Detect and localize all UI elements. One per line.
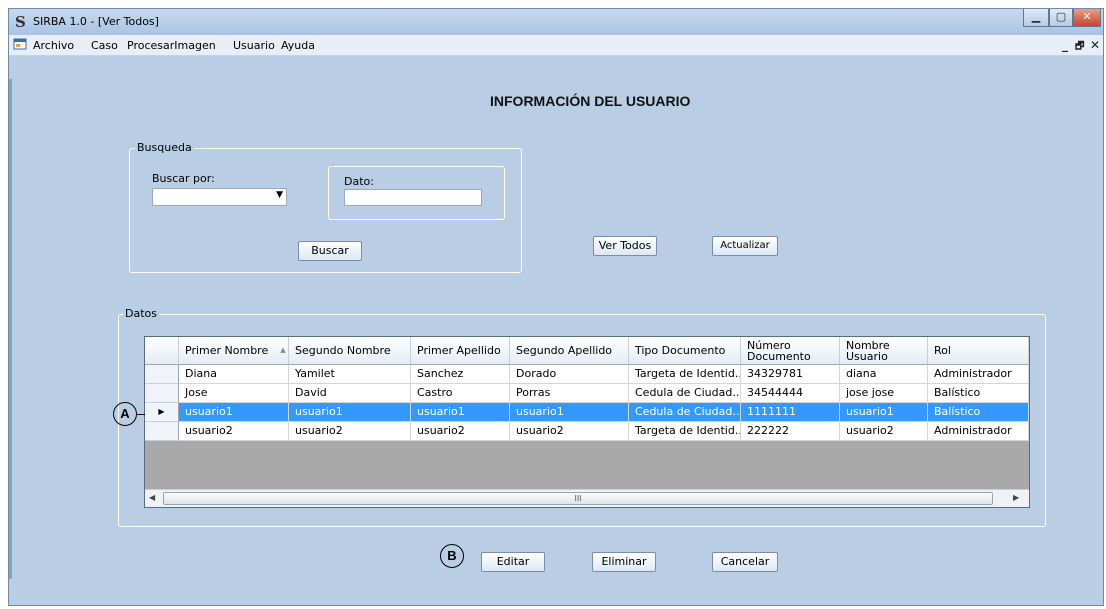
left-frame-edge: [9, 79, 12, 579]
cell[interactable]: Targeta de Identid...: [629, 365, 741, 384]
cell[interactable]: 34544444: [741, 384, 840, 403]
page-title: INFORMACIÓN DEL USUARIO: [490, 93, 691, 109]
column-header-nombre-usuario[interactable]: Nombre Usuario: [840, 337, 928, 365]
column-header-numero-documento[interactable]: Número Documento: [741, 337, 840, 365]
data-grid-group-label: Datos: [123, 307, 159, 320]
search-button[interactable]: Buscar: [298, 241, 362, 261]
menu-ayuda[interactable]: Ayuda: [281, 39, 315, 52]
cell[interactable]: Yamilet: [289, 365, 411, 384]
search-group-label: Busqueda: [135, 141, 194, 154]
scroll-left-icon[interactable]: ◀: [149, 493, 155, 502]
delete-button[interactable]: Eliminar: [592, 552, 656, 572]
cell[interactable]: usuario2: [840, 422, 928, 441]
search-data-input[interactable]: [344, 189, 482, 206]
cell[interactable]: Castro: [411, 384, 510, 403]
cell[interactable]: David: [289, 384, 411, 403]
annotation-b: B: [440, 544, 464, 568]
cell[interactable]: usuario2: [179, 422, 289, 441]
refresh-button[interactable]: Actualizar: [712, 236, 778, 256]
chevron-down-icon: ▼: [276, 190, 283, 200]
cell[interactable]: Balístico: [928, 403, 1029, 422]
cell[interactable]: Diana: [179, 365, 289, 384]
cancel-button[interactable]: Cancelar: [712, 552, 778, 572]
cell[interactable]: 34329781: [741, 365, 840, 384]
view-all-button[interactable]: Ver Todos: [593, 236, 657, 256]
mdi-child-window-icon[interactable]: [13, 38, 27, 50]
mdi-close-button[interactable]: ✕: [1090, 38, 1100, 52]
search-by-dropdown[interactable]: ▼: [152, 188, 287, 206]
close-button[interactable]: ✕: [1073, 9, 1101, 27]
column-header-segundo-nombre[interactable]: Segundo Nombre: [289, 337, 411, 365]
cell[interactable]: Cedula de Ciudad...: [629, 384, 741, 403]
menu-bar: Archivo Caso ProcesarImagen Usuario Ayud…: [9, 35, 1103, 56]
title-bar: S SIRBA 1.0 - [Ver Todos] ▁ ▢ ✕: [9, 9, 1103, 35]
cell[interactable]: usuario1: [840, 403, 928, 422]
menu-usuario[interactable]: Usuario: [233, 39, 275, 52]
row-header[interactable]: [145, 365, 179, 384]
cell[interactable]: Administrador: [928, 422, 1029, 441]
cell[interactable]: Targeta de Identid...: [629, 422, 741, 441]
column-header-primer-apellido[interactable]: Primer Apellido: [411, 337, 510, 365]
search-by-label: Buscar por:: [152, 172, 215, 185]
column-header-rol[interactable]: Rol: [928, 337, 1029, 365]
edit-button[interactable]: Editar: [481, 552, 545, 572]
window-title: SIRBA 1.0 - [Ver Todos]: [33, 15, 159, 28]
menu-archivo[interactable]: Archivo: [33, 39, 74, 52]
menu-caso[interactable]: Caso: [91, 39, 118, 52]
cell[interactable]: Cedula de Ciudad...: [629, 403, 741, 422]
cell[interactable]: Porras: [510, 384, 629, 403]
cell[interactable]: Dorado: [510, 365, 629, 384]
annotation-a-pointer: [136, 414, 145, 415]
annotation-a: A: [113, 402, 137, 426]
column-header-segundo-apellido[interactable]: Segundo Apellido: [510, 337, 629, 365]
cell[interactable]: usuario1: [289, 403, 411, 422]
cell[interactable]: usuario2: [289, 422, 411, 441]
column-header-label: Primer Nombre: [185, 344, 269, 357]
horizontal-scrollbar[interactable]: ◀ III ▶: [145, 489, 1029, 507]
column-header-tipo-documento[interactable]: Tipo Documento: [629, 337, 741, 365]
app-logo-icon: S: [15, 13, 26, 31]
grid-corner-header: [145, 337, 179, 365]
scroll-right-icon[interactable]: ▶: [1013, 493, 1019, 502]
menu-procesar-imagen[interactable]: ProcesarImagen: [127, 39, 216, 52]
cell[interactable]: usuario2: [411, 422, 510, 441]
sort-ascending-icon: ▲: [280, 346, 286, 354]
mdi-minimize-button[interactable]: _: [1062, 38, 1068, 52]
table-row[interactable]: Diana Yamilet Sanchez Dorado Targeta de …: [145, 365, 1029, 384]
cell[interactable]: Sanchez: [411, 365, 510, 384]
table-row[interactable]: usuario2 usuario2 usuario2 usuario2 Targ…: [145, 422, 1029, 441]
row-header[interactable]: [145, 422, 179, 441]
data-group-label: Dato:: [342, 175, 376, 188]
table-row[interactable]: Jose David Castro Porras Cedula de Ciuda…: [145, 384, 1029, 403]
cell[interactable]: Balístico: [928, 384, 1029, 403]
cell[interactable]: jose jose: [840, 384, 928, 403]
cell[interactable]: usuario1: [510, 403, 629, 422]
cell[interactable]: 222222: [741, 422, 840, 441]
cell[interactable]: 1111111: [741, 403, 840, 422]
row-header[interactable]: [145, 384, 179, 403]
cell[interactable]: Administrador: [928, 365, 1029, 384]
cell[interactable]: usuario2: [510, 422, 629, 441]
cell[interactable]: diana: [840, 365, 928, 384]
maximize-button[interactable]: ▢: [1049, 9, 1073, 27]
minimize-button[interactable]: ▁: [1023, 9, 1049, 27]
users-grid[interactable]: Primer Nombre ▲ Segundo Nombre Primer Ap…: [144, 336, 1030, 508]
column-header-primer-nombre[interactable]: Primer Nombre ▲: [179, 337, 289, 365]
current-row-indicator-icon[interactable]: ▶: [145, 403, 179, 422]
table-row-selected[interactable]: ▶ usuario1 usuario1 usuario1 usuario1 Ce…: [145, 403, 1029, 422]
scroll-thumb[interactable]: III: [163, 492, 993, 505]
cell[interactable]: usuario1: [179, 403, 289, 422]
cell[interactable]: Jose: [179, 384, 289, 403]
mdi-restore-button[interactable]: 🗗: [1075, 39, 1084, 56]
cell[interactable]: usuario1: [411, 403, 510, 422]
